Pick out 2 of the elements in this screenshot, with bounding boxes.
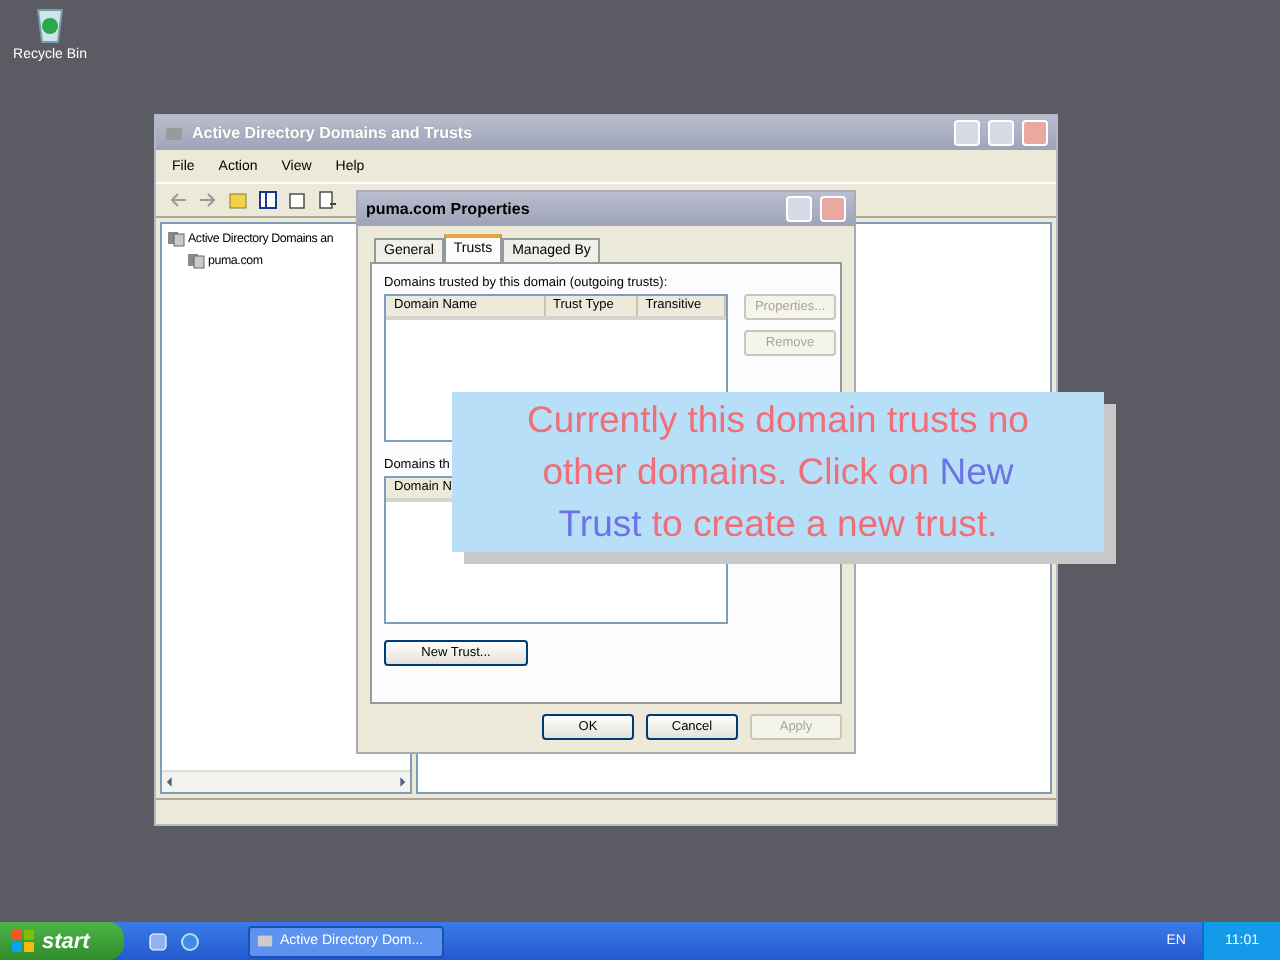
window-title: Active Directory Domains and Trusts	[192, 124, 475, 142]
dialog-title: puma.com Properties	[366, 200, 532, 218]
